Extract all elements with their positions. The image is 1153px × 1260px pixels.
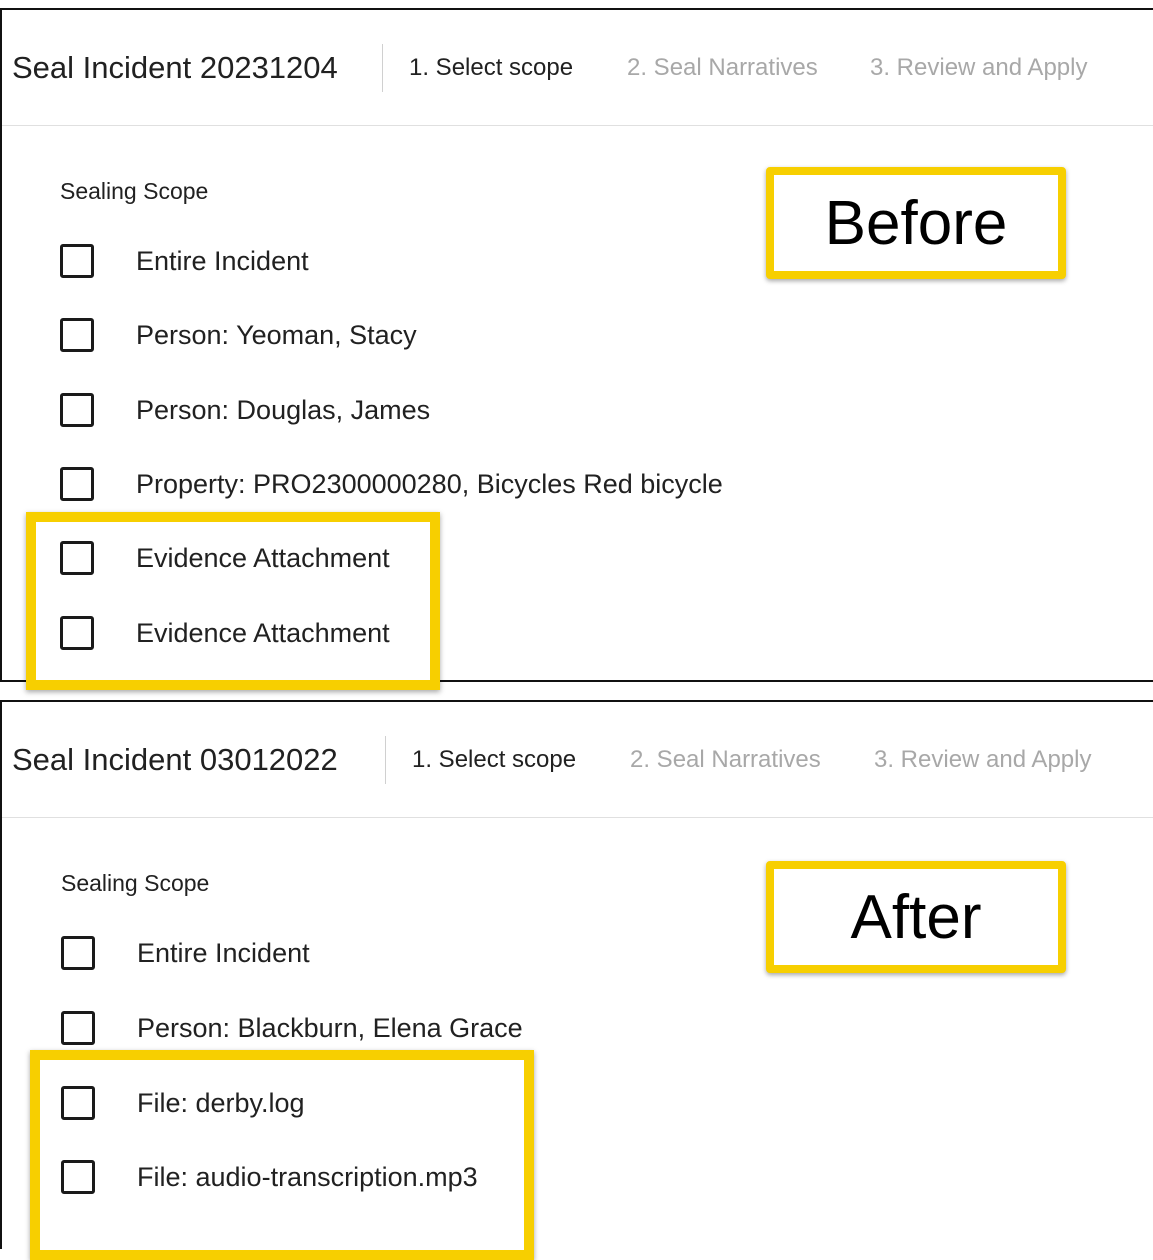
checkbox[interactable]: [61, 1011, 95, 1045]
checkbox[interactable]: [60, 541, 94, 575]
before-panel: Seal Incident 20231204 1. Select scope 2…: [0, 8, 1153, 682]
step-select-scope[interactable]: 1. Select scope: [409, 54, 573, 82]
wizard-header: Seal Incident 03012022 1. Select scope 2…: [2, 702, 1153, 818]
step-select-scope[interactable]: 1. Select scope: [412, 746, 576, 774]
scope-item-entire-incident[interactable]: Entire Incident: [61, 936, 821, 976]
scope-item-label: Property: PRO2300000280, Bicycles Red bi…: [136, 469, 723, 499]
scope-item-label: Evidence Attachment: [136, 618, 390, 648]
scope-item-person[interactable]: Person: Blackburn, Elena Grace: [61, 1011, 821, 1051]
checkbox[interactable]: [61, 1160, 95, 1194]
scope-item-label: File: audio-transcription.mp3: [137, 1162, 478, 1192]
scope-item-person[interactable]: Person: Yeoman, Stacy: [60, 318, 820, 358]
scope-item-person[interactable]: Person: Douglas, James: [60, 393, 820, 433]
scope-item-label: Entire Incident: [136, 246, 309, 276]
sealing-scope-label: Sealing Scope: [60, 178, 209, 204]
scope-item-file[interactable]: File: audio-transcription.mp3: [61, 1160, 821, 1200]
checkbox[interactable]: [60, 318, 94, 352]
scope-item-label: Person: Yeoman, Stacy: [136, 320, 417, 350]
checkbox[interactable]: [60, 616, 94, 650]
scope-item-label: Entire Incident: [137, 938, 310, 968]
before-callout: Before: [766, 167, 1066, 279]
wizard-header: Seal Incident 20231204 1. Select scope 2…: [2, 10, 1153, 126]
incident-title: Seal Incident 20231204: [12, 50, 338, 85]
scope-item-entire-incident[interactable]: Entire Incident: [60, 244, 820, 284]
checkbox[interactable]: [60, 467, 94, 501]
header-divider: [385, 736, 386, 784]
sealing-scope-label: Sealing Scope: [61, 870, 210, 896]
checkbox[interactable]: [60, 393, 94, 427]
scope-item-property[interactable]: Property: PRO2300000280, Bicycles Red bi…: [60, 467, 820, 507]
step-seal-narratives[interactable]: 2. Seal Narratives: [627, 54, 818, 82]
step-review-and-apply[interactable]: 3. Review and Apply: [870, 54, 1087, 82]
after-panel: Seal Incident 03012022 1. Select scope 2…: [0, 700, 1153, 1249]
step-seal-narratives[interactable]: 2. Seal Narratives: [630, 746, 821, 774]
scope-item-evidence-attachment[interactable]: Evidence Attachment: [60, 616, 820, 656]
scope-item-label: Evidence Attachment: [136, 543, 390, 573]
step-review-and-apply[interactable]: 3. Review and Apply: [874, 746, 1091, 774]
checkbox[interactable]: [61, 1086, 95, 1120]
after-callout: After: [766, 861, 1066, 973]
scope-item-label: Person: Blackburn, Elena Grace: [137, 1013, 523, 1043]
scope-item-file[interactable]: File: derby.log: [61, 1086, 821, 1126]
scope-item-evidence-attachment[interactable]: Evidence Attachment: [60, 541, 820, 581]
checkbox[interactable]: [60, 244, 94, 278]
incident-title: Seal Incident 03012022: [12, 742, 338, 777]
checkbox[interactable]: [61, 936, 95, 970]
scope-item-label: File: derby.log: [137, 1088, 305, 1118]
header-divider: [382, 44, 383, 92]
scope-item-label: Person: Douglas, James: [136, 395, 431, 425]
